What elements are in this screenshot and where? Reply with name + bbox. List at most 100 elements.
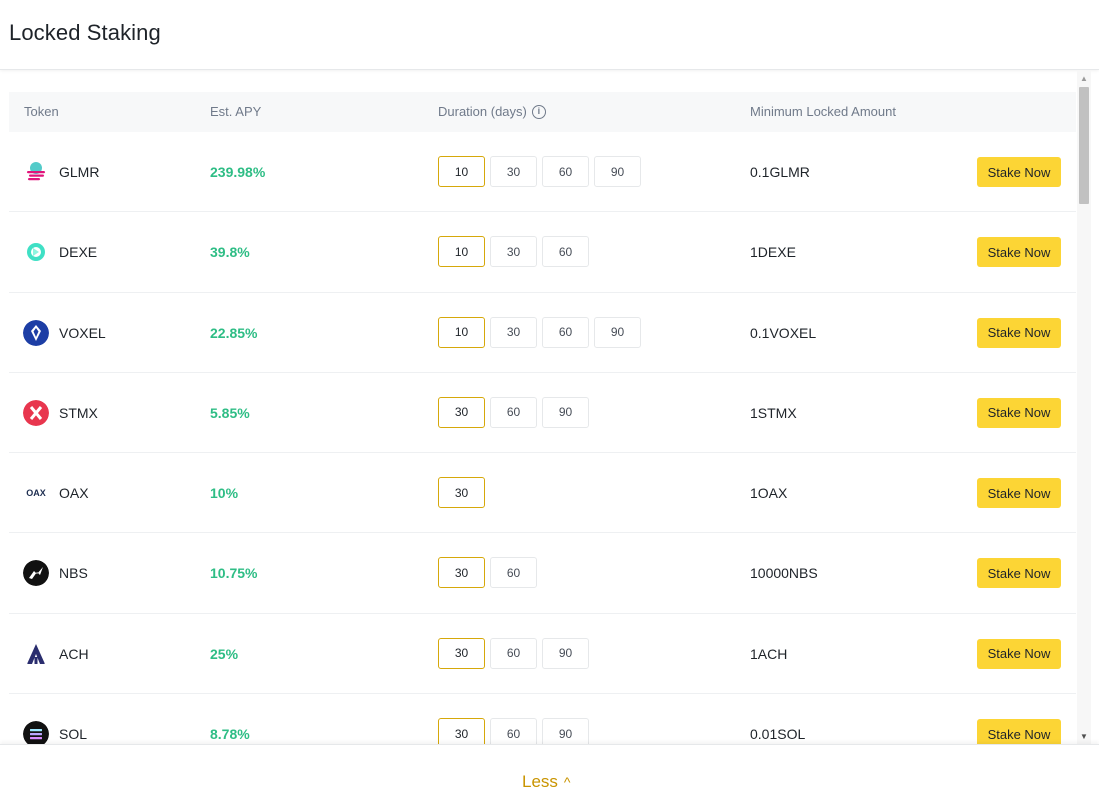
duration-options: 10 30 60 (438, 236, 589, 268)
apy-value: 10% (210, 485, 239, 502)
duration-options: 10 30 60 90 (438, 156, 641, 187)
glmr-icon (23, 159, 49, 185)
stake-now-button[interactable]: Stake Now (977, 638, 1061, 669)
min-locked-amount: 0.1GLMR (750, 164, 810, 180)
token-name: DEXE (59, 244, 98, 261)
duration-options: 30 60 90 (438, 718, 589, 744)
duration-options: 30 (438, 477, 485, 509)
vertical-scrollbar[interactable]: ▲ ▼ (1077, 71, 1091, 744)
stake-now-button[interactable]: Stake Now (977, 317, 1061, 348)
apy-value: 8.78% (210, 726, 250, 743)
apy-value: 5.85% (210, 404, 250, 421)
duration-option-60[interactable]: 60 (490, 637, 537, 669)
duration-option-60[interactable]: 60 (542, 236, 589, 268)
duration-option-10[interactable]: 10 (438, 316, 485, 348)
table-row: NBS 10.75% 30 60 10000NBS Stake Now (9, 533, 1076, 614)
scroll-down-arrow-icon[interactable]: ▼ (1080, 732, 1088, 741)
min-locked-amount: 0.01SOL (750, 726, 806, 743)
min-locked-amount: 1OAX (750, 485, 788, 502)
apy-value: 22.85% (210, 324, 258, 341)
apy-value: 25% (210, 645, 239, 662)
token-name: GLMR (59, 164, 100, 180)
less-toggle-label: Less (522, 772, 558, 791)
min-locked-amount: 1ACH (750, 645, 788, 662)
page-header: Locked Staking (0, 0, 1099, 70)
table-row: DEXE 39.8% 10 30 60 1DEXE Stake Now (9, 212, 1076, 293)
duration-option-60[interactable]: 60 (490, 396, 537, 428)
table-row: GLMR 239.98% 10 30 60 90 0.1GLMR Stake Now (9, 132, 1076, 213)
duration-options: 30 60 90 (438, 637, 589, 669)
duration-option-30[interactable]: 30 (438, 718, 485, 744)
duration-option-90[interactable]: 90 (594, 316, 641, 348)
token-name: SOL (59, 726, 88, 743)
table-row: VOXEL 22.85% 10 30 60 90 0.1VOXEL Stake Now (9, 293, 1076, 373)
duration-option-60[interactable]: 60 (542, 316, 589, 348)
duration-option-90[interactable]: 90 (542, 396, 589, 428)
apy-value: 10.75% (210, 565, 258, 582)
token-name: ACH (59, 645, 89, 662)
table-header: Token Est. APY Duration (days) i Minimum… (9, 92, 1076, 132)
svg-text:OAX: OAX (26, 488, 46, 498)
duration-option-90[interactable]: 90 (542, 637, 589, 669)
stake-now-button[interactable]: Stake Now (977, 397, 1061, 428)
apy-value: 39.8% (210, 244, 250, 261)
duration-option-10[interactable]: 10 (438, 236, 485, 268)
token-name: VOXEL (59, 324, 106, 341)
duration-option-30[interactable]: 30 (438, 637, 485, 669)
duration-option-30[interactable]: 30 (490, 316, 537, 348)
min-locked-amount: 10000NBS (750, 565, 818, 582)
duration-option-30[interactable]: 30 (438, 396, 485, 428)
stake-now-button[interactable]: Stake Now (977, 478, 1061, 509)
oax-icon: OAX (23, 480, 49, 506)
nbs-icon (23, 560, 49, 587)
scroll-up-arrow-icon[interactable]: ▲ (1080, 74, 1088, 83)
table-row: STMX 5.85% 30 60 90 1STMX Stake Now (9, 373, 1076, 454)
min-locked-amount: 1STMX (750, 404, 797, 421)
duration-option-30[interactable]: 30 (438, 477, 485, 509)
stmx-icon (23, 399, 49, 426)
dexe-icon (23, 239, 49, 265)
info-icon[interactable]: i (531, 104, 546, 119)
stake-now-button[interactable]: Stake Now (977, 157, 1061, 187)
duration-option-10[interactable]: 10 (438, 156, 485, 187)
token-name: STMX (59, 404, 98, 421)
duration-option-60[interactable]: 60 (542, 156, 589, 187)
duration-option-30[interactable]: 30 (490, 156, 537, 187)
header-token: Token (24, 104, 59, 119)
table-row: SOL 8.78% 30 60 90 0.01SOL Stake Now (9, 694, 1076, 744)
page-title: Locked Staking (9, 20, 161, 45)
page-footer: Less ^ (0, 744, 1099, 800)
duration-options: 30 60 90 (438, 396, 589, 428)
token-name: NBS (59, 565, 88, 582)
sol-icon (23, 721, 49, 744)
ach-icon (23, 641, 49, 667)
header-min-amount: Minimum Locked Amount (750, 104, 896, 119)
stake-now-button[interactable]: Stake Now (977, 237, 1061, 268)
duration-option-60[interactable]: 60 (490, 557, 537, 589)
duration-option-60[interactable]: 60 (490, 718, 537, 744)
duration-option-30[interactable]: 30 (438, 557, 485, 589)
table-row: ACH 25% 30 60 90 1ACH Stake Now (9, 614, 1076, 695)
header-duration: Duration (days) i (438, 104, 546, 119)
duration-options: 30 60 (438, 557, 537, 589)
table-body: GLMR 239.98% 10 30 60 90 0.1GLMR Stake Now DEXE 3… (9, 132, 1076, 744)
staking-list-scroll-area[interactable]: Token Est. APY Duration (days) i Minimum… (0, 71, 1099, 744)
table-row: OAX OAX 10% 30 1OAX Stake Now (9, 453, 1076, 534)
staking-table: Token Est. APY Duration (days) i Minimum… (9, 92, 1076, 744)
voxel-icon (23, 319, 49, 346)
stake-now-button[interactable]: Stake Now (977, 719, 1061, 744)
chevron-up-icon: ^ (563, 774, 571, 790)
header-apy: Est. APY (210, 104, 262, 119)
duration-option-30[interactable]: 30 (490, 236, 537, 268)
min-locked-amount: 0.1VOXEL (750, 324, 817, 341)
token-name: OAX (59, 485, 89, 502)
duration-option-90[interactable]: 90 (542, 718, 589, 744)
duration-options: 10 30 60 90 (438, 316, 641, 348)
header-duration-label: Duration (days) (438, 104, 527, 119)
min-locked-amount: 1DEXE (750, 244, 796, 261)
scrollbar-thumb[interactable] (1079, 87, 1089, 204)
stake-now-button[interactable]: Stake Now (977, 558, 1061, 589)
duration-option-90[interactable]: 90 (594, 156, 641, 187)
apy-value: 239.98% (210, 164, 266, 180)
less-toggle-button[interactable]: Less ^ (522, 772, 571, 792)
